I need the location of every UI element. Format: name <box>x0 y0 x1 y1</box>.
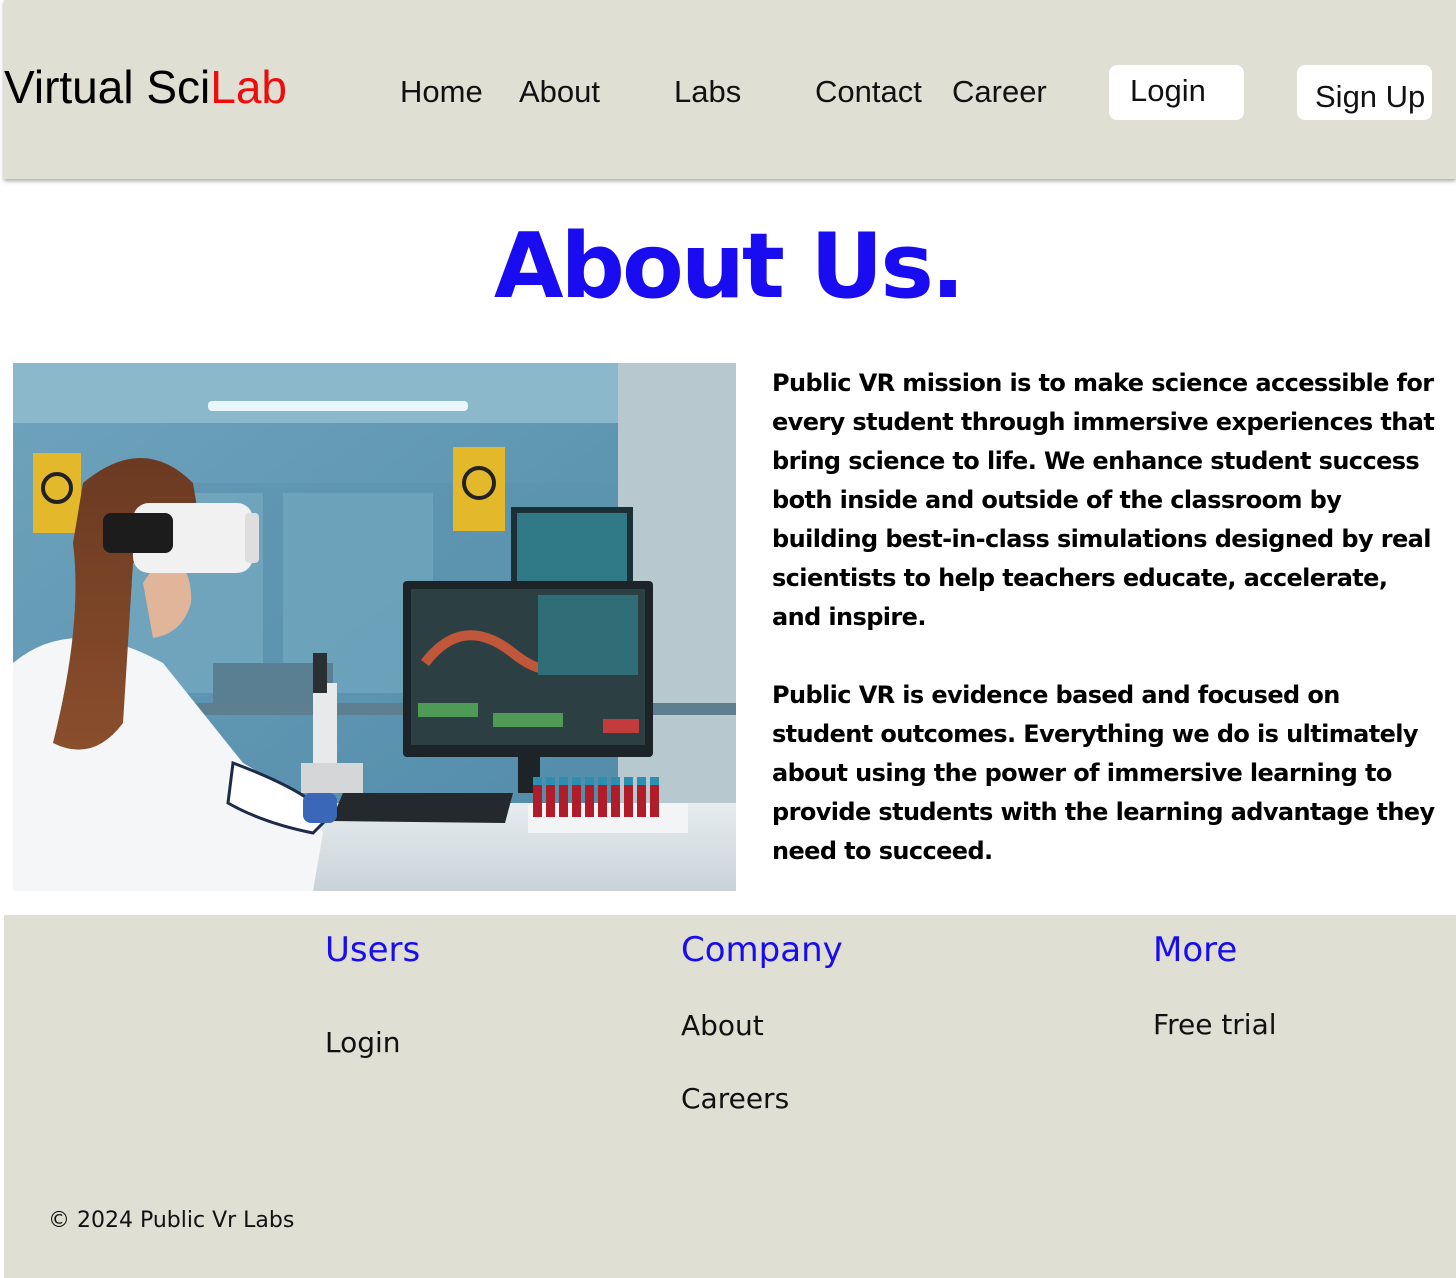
site-logo[interactable]: Virtual SciLab <box>4 62 287 112</box>
footer-careers-link[interactable]: Careers <box>681 1082 789 1116</box>
footer-users-heading: Users <box>325 930 421 970</box>
logo-text: Virtual Sci <box>4 61 211 113</box>
login-button-label: Login <box>1130 73 1206 108</box>
site-footer: Users Login Company About Careers More F… <box>4 915 1456 1278</box>
nav-home[interactable]: Home <box>400 74 483 110</box>
footer-more-heading: More <box>1153 930 1238 970</box>
footer-company-heading: Company <box>681 930 843 970</box>
footer-about-link[interactable]: About <box>681 1009 764 1043</box>
mission-paragraph: Public VR mission is to make science acc… <box>772 369 1435 631</box>
footer-login-link[interactable]: Login <box>325 1026 401 1060</box>
outcomes-paragraph: Public VR is evidence based and focused … <box>772 681 1435 865</box>
nav-about[interactable]: About <box>519 74 600 110</box>
signup-button[interactable]: Sign Up <box>1297 65 1432 120</box>
nav-career[interactable]: Career <box>952 74 1047 110</box>
signup-button-label: Sign Up <box>1315 79 1426 114</box>
logo-accent-text: Lab <box>210 61 287 113</box>
login-button[interactable]: Login <box>1109 65 1244 120</box>
lab-vr-photo <box>13 363 736 891</box>
site-header: Virtual SciLab Home About Labs Contact C… <box>4 0 1456 179</box>
copyright-text: © 2024 Public Vr Labs <box>48 1208 295 1233</box>
nav-contact[interactable]: Contact <box>815 74 922 110</box>
page-title: About Us. <box>493 214 965 319</box>
nav-labs[interactable]: Labs <box>674 74 741 110</box>
footer-free-trial-link[interactable]: Free trial <box>1153 1008 1277 1042</box>
